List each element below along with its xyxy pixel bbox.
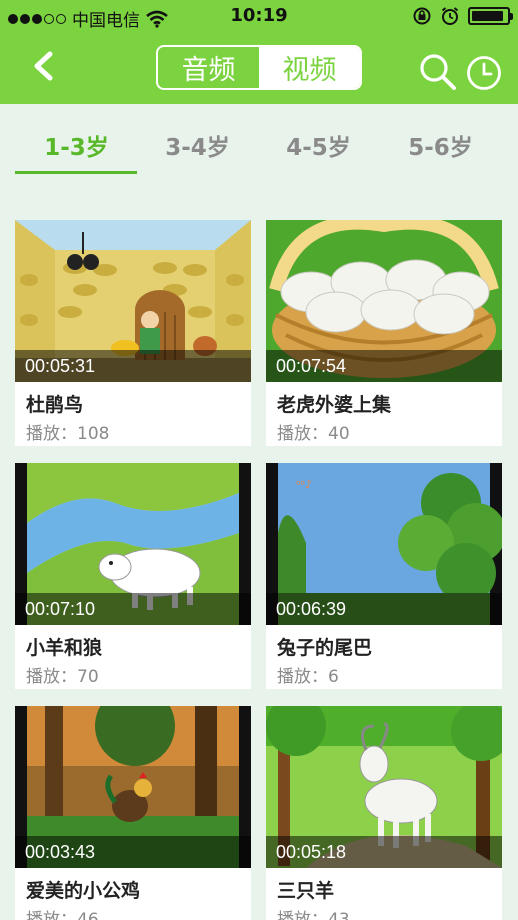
tab-age-5-6[interactable]: 5-6岁 bbox=[378, 104, 503, 186]
tab-video[interactable]: 视频 bbox=[259, 47, 360, 88]
video-play-count: 播放：6 bbox=[277, 667, 339, 687]
video-title: 兔子的尾巴 bbox=[277, 637, 373, 659]
video-card[interactable]: ᵒᵒ♪ 00:06:39 兔子的尾巴 播放：6 bbox=[266, 463, 502, 689]
svg-text:ᵒᵒ♪: ᵒᵒ♪ bbox=[296, 478, 312, 491]
alarm-icon bbox=[441, 7, 459, 25]
video-thumbnail: 00:05:18 bbox=[266, 706, 502, 868]
status-right bbox=[412, 6, 513, 26]
video-thumbnail: 00:07:54 bbox=[266, 220, 502, 382]
video-thumbnail: 00:07:10 bbox=[15, 463, 251, 625]
video-title: 小羊和狼 bbox=[26, 637, 103, 659]
tab-age-3-4[interactable]: 3-4岁 bbox=[135, 104, 260, 186]
rotation-lock-icon bbox=[413, 7, 431, 25]
app-header: 中国电信 10:19 音频 视频 bbox=[0, 0, 518, 104]
video-duration: 00:05:18 bbox=[266, 836, 502, 868]
video-title: 爱美的小公鸡 bbox=[26, 880, 141, 902]
video-card[interactable]: 00:03:43 爱美的小公鸡 播放：46 bbox=[15, 706, 251, 920]
video-play-count: 播放：46 bbox=[26, 910, 99, 920]
video-card[interactable]: 00:05:18 三只羊 播放：43 bbox=[266, 706, 502, 920]
video-duration: 00:07:54 bbox=[266, 350, 502, 382]
battery-level bbox=[472, 11, 503, 21]
video-title: 杜鹃鸟 bbox=[26, 394, 84, 416]
video-play-count: 播放：70 bbox=[26, 667, 99, 687]
video-thumbnail: ᵒᵒ♪ 00:06:39 bbox=[266, 463, 502, 625]
video-card[interactable]: 00:07:54 老虎外婆上集 播放：40 bbox=[266, 220, 502, 446]
video-grid: 00:05:31 杜鹃鸟 播放：108 00:07:54 老虎外婆上集 播放：4… bbox=[0, 186, 518, 920]
video-duration: 00:07:10 bbox=[15, 593, 251, 625]
clock-icon[interactable] bbox=[466, 55, 502, 91]
search-icon[interactable] bbox=[418, 52, 458, 92]
video-card[interactable]: 00:07:10 小羊和狼 播放：70 bbox=[15, 463, 251, 689]
status-bar: 中国电信 10:19 bbox=[0, 0, 518, 34]
tab-audio[interactable]: 音频 bbox=[158, 47, 259, 88]
video-duration: 00:03:43 bbox=[15, 836, 251, 868]
video-title: 三只羊 bbox=[277, 880, 335, 902]
video-play-count: 播放：40 bbox=[277, 424, 350, 444]
active-tab-indicator bbox=[15, 171, 137, 174]
back-chevron-icon[interactable] bbox=[28, 44, 62, 88]
video-title: 老虎外婆上集 bbox=[277, 394, 392, 416]
video-duration: 00:06:39 bbox=[266, 593, 502, 625]
video-play-count: 播放：108 bbox=[26, 424, 110, 444]
tab-age-4-5[interactable]: 4-5岁 bbox=[256, 104, 381, 186]
battery-icon bbox=[468, 7, 513, 25]
video-thumbnail: 00:03:43 bbox=[15, 706, 251, 868]
video-play-count: 播放：43 bbox=[277, 910, 350, 920]
video-thumbnail: 00:05:31 bbox=[15, 220, 251, 382]
video-card[interactable]: 00:05:31 杜鹃鸟 播放：108 bbox=[15, 220, 251, 446]
video-duration: 00:05:31 bbox=[15, 350, 251, 382]
media-type-toggle: 音频 视频 bbox=[156, 45, 362, 90]
